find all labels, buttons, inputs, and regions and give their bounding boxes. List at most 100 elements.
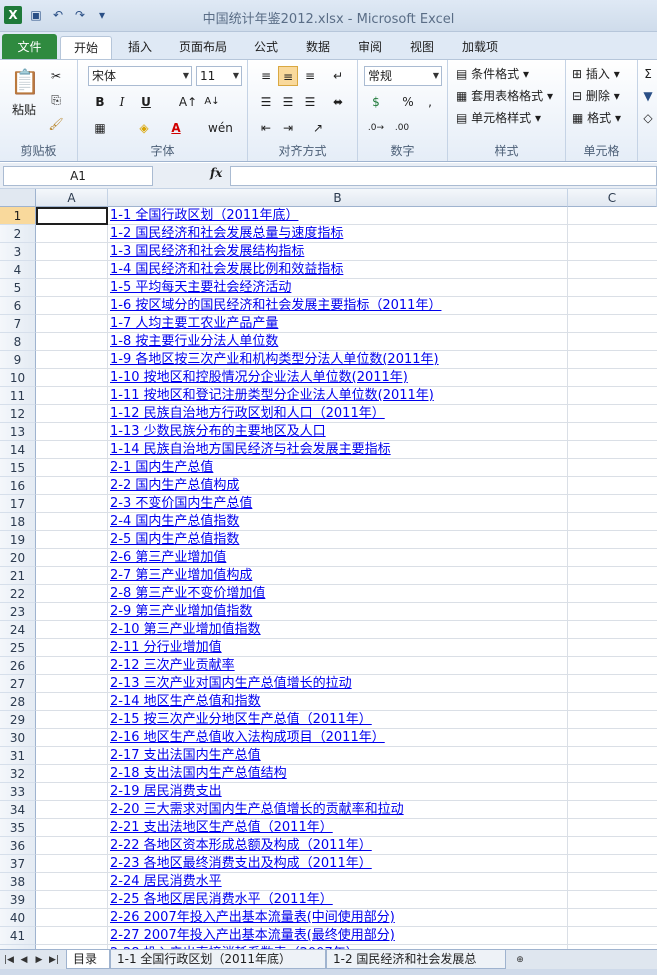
row-header[interactable]: 22 bbox=[0, 585, 36, 603]
hyperlink-cell[interactable]: 1-8 按主要行业分法人单位数 bbox=[108, 333, 568, 351]
cell-a[interactable] bbox=[36, 405, 108, 423]
cell-a[interactable] bbox=[36, 549, 108, 567]
cell-c[interactable] bbox=[568, 567, 657, 585]
cell-a[interactable] bbox=[36, 819, 108, 837]
tab-home[interactable]: 开始 bbox=[60, 36, 112, 60]
hyperlink-cell[interactable]: 1-5 平均每天主要社会经济活动 bbox=[108, 279, 568, 297]
cell-a[interactable] bbox=[36, 567, 108, 585]
percent-icon[interactable]: % bbox=[398, 92, 418, 112]
cell-a[interactable] bbox=[36, 315, 108, 333]
hyperlink-cell[interactable]: 1-4 国民经济和社会发展比例和效益指标 bbox=[108, 261, 568, 279]
sheet-tab-1-1[interactable]: 1-1 全国行政区划（2011年底） bbox=[110, 950, 326, 969]
hyperlink-cell[interactable]: 2-12 三次产业贡献率 bbox=[108, 657, 568, 675]
align-center-icon[interactable]: ☰ bbox=[278, 92, 298, 112]
cell-a[interactable] bbox=[36, 909, 108, 927]
row-header[interactable]: 30 bbox=[0, 729, 36, 747]
cell-a[interactable] bbox=[36, 585, 108, 603]
hyperlink-cell[interactable]: 2-6 第三产业增加值 bbox=[108, 549, 568, 567]
row-header[interactable]: 34 bbox=[0, 801, 36, 819]
cell-a[interactable] bbox=[36, 369, 108, 387]
fill-color-icon[interactable]: ◈ bbox=[134, 118, 154, 138]
cell-c[interactable] bbox=[568, 603, 657, 621]
last-sheet-icon[interactable]: ▶| bbox=[47, 953, 61, 967]
cell-c[interactable] bbox=[568, 297, 657, 315]
cell-c[interactable] bbox=[568, 765, 657, 783]
row-header[interactable]: 4 bbox=[0, 261, 36, 279]
row-header[interactable]: 5 bbox=[0, 279, 36, 297]
cell-a[interactable] bbox=[36, 261, 108, 279]
cell-c[interactable] bbox=[568, 639, 657, 657]
cell-c[interactable] bbox=[568, 279, 657, 297]
cell-a[interactable] bbox=[36, 603, 108, 621]
paste-button[interactable]: 粘贴 bbox=[12, 100, 36, 120]
hyperlink-cell[interactable]: 1-14 民族自治地方国民经济与社会发展主要指标 bbox=[108, 441, 568, 459]
align-middle-icon[interactable]: ≡ bbox=[278, 66, 298, 86]
insert-function-icon[interactable]: fx bbox=[210, 166, 222, 180]
cell-a[interactable] bbox=[36, 657, 108, 675]
row-header[interactable]: 6 bbox=[0, 297, 36, 315]
borders-icon[interactable]: ▦ bbox=[90, 118, 110, 138]
hyperlink-cell[interactable]: 2-25 各地区居民消费水平（2011年） bbox=[108, 891, 568, 909]
wrap-text-icon[interactable]: ↵ bbox=[328, 66, 348, 86]
cell-c[interactable] bbox=[568, 495, 657, 513]
cell-a[interactable] bbox=[36, 639, 108, 657]
cell-c[interactable] bbox=[568, 441, 657, 459]
column-header-b[interactable]: B bbox=[108, 189, 568, 207]
merge-center-icon[interactable]: ⬌ bbox=[328, 92, 348, 112]
hyperlink-cell[interactable]: 1-1 全国行政区划（2011年底） bbox=[108, 207, 568, 225]
bold-icon[interactable]: B bbox=[90, 92, 110, 112]
cell-c[interactable] bbox=[568, 711, 657, 729]
row-header[interactable]: 10 bbox=[0, 369, 36, 387]
cell-a[interactable] bbox=[36, 531, 108, 549]
tab-file[interactable]: 文件 bbox=[2, 34, 57, 60]
shrink-font-icon[interactable]: A↓ bbox=[202, 92, 222, 112]
row-header[interactable]: 36 bbox=[0, 837, 36, 855]
cell-a[interactable] bbox=[36, 279, 108, 297]
number-format-select[interactable]: 常规 ▼ bbox=[364, 66, 442, 86]
cell-a[interactable] bbox=[36, 495, 108, 513]
cell-a[interactable] bbox=[36, 387, 108, 405]
hyperlink-cell[interactable]: 2-22 各地区资本形成总额及构成（2011年） bbox=[108, 837, 568, 855]
row-header[interactable]: 17 bbox=[0, 495, 36, 513]
hyperlink-cell[interactable]: 2-4 国内生产总值指数 bbox=[108, 513, 568, 531]
hyperlink-cell[interactable]: 1-6 按区域分的国民经济和社会发展主要指标（2011年） bbox=[108, 297, 568, 315]
cell-c[interactable] bbox=[568, 621, 657, 639]
row-header[interactable]: 3 bbox=[0, 243, 36, 261]
tab-view[interactable]: 视图 bbox=[400, 36, 444, 60]
hyperlink-cell[interactable]: 2-24 居民消费水平 bbox=[108, 873, 568, 891]
hyperlink-cell[interactable]: 2-26 2007年投入产出基本流量表(中间使用部分) bbox=[108, 909, 568, 927]
cell-a[interactable] bbox=[36, 891, 108, 909]
orientation-icon[interactable]: ↗ bbox=[308, 118, 328, 138]
row-header[interactable]: 27 bbox=[0, 675, 36, 693]
row-header[interactable]: 29 bbox=[0, 711, 36, 729]
hyperlink-cell[interactable]: 2-20 三大需求对国内生产总值增长的贡献率和拉动 bbox=[108, 801, 568, 819]
copy-icon[interactable]: ⎘ bbox=[46, 90, 66, 110]
name-box[interactable]: A1 bbox=[3, 166, 153, 186]
cell-a[interactable] bbox=[36, 297, 108, 315]
cell-styles-button[interactable]: ▤ 单元格样式 ▾ bbox=[456, 108, 541, 128]
hyperlink-cell[interactable]: 2-23 各地区最终消费支出及构成（2011年） bbox=[108, 855, 568, 873]
hyperlink-cell[interactable]: 2-8 第三产业不变价增加值 bbox=[108, 585, 568, 603]
row-header[interactable]: 2 bbox=[0, 225, 36, 243]
cell-a[interactable] bbox=[36, 333, 108, 351]
cell-c[interactable] bbox=[568, 423, 657, 441]
cell-c[interactable] bbox=[568, 855, 657, 873]
row-header[interactable]: 40 bbox=[0, 909, 36, 927]
cell-a[interactable] bbox=[36, 873, 108, 891]
cell-a[interactable] bbox=[36, 693, 108, 711]
hyperlink-cell[interactable]: 1-11 按地区和登记注册类型分企业法人单位数(2011年) bbox=[108, 387, 568, 405]
hyperlink-cell[interactable]: 2-1 国内生产总值 bbox=[108, 459, 568, 477]
autosum-icon[interactable]: Σ bbox=[638, 64, 657, 84]
clear-icon[interactable]: ◇ bbox=[638, 108, 657, 128]
hyperlink-cell[interactable]: 2-19 居民消费支出 bbox=[108, 783, 568, 801]
align-right-icon[interactable]: ☰ bbox=[300, 92, 320, 112]
row-header[interactable]: 32 bbox=[0, 765, 36, 783]
cell-a[interactable] bbox=[36, 765, 108, 783]
row-header[interactable]: 15 bbox=[0, 459, 36, 477]
cell-c[interactable] bbox=[568, 387, 657, 405]
row-header[interactable]: 20 bbox=[0, 549, 36, 567]
row-header[interactable]: 26 bbox=[0, 657, 36, 675]
row-header[interactable]: 35 bbox=[0, 819, 36, 837]
row-header[interactable]: 1 bbox=[0, 207, 36, 225]
hyperlink-cell[interactable]: 2-18 支出法国内生产总值结构 bbox=[108, 765, 568, 783]
